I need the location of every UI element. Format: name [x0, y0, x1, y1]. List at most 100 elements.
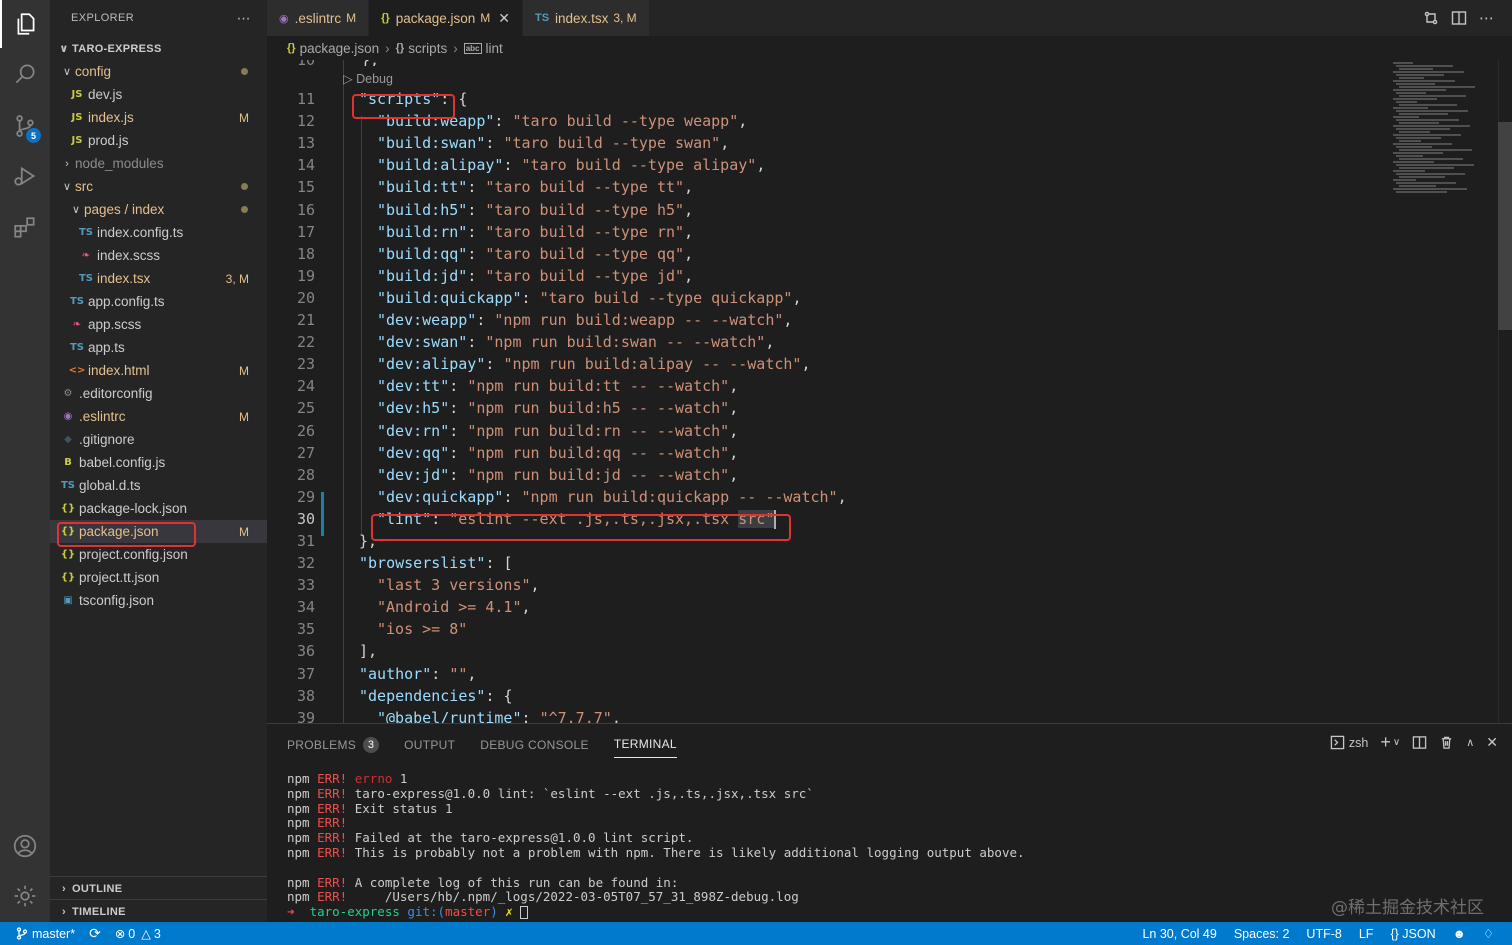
tree-item[interactable]: TS app.config.ts	[50, 290, 267, 313]
code-editor[interactable]: 1011121314151617181920212223242526272829…	[267, 60, 1512, 723]
minimap-line	[1393, 143, 1452, 145]
tree-item[interactable]: ❧ app.scss	[50, 313, 267, 336]
panel-tab-label: PROBLEMS	[287, 737, 357, 752]
panel-tab-output[interactable]: OUTPUT	[404, 729, 455, 758]
search-icon[interactable]	[0, 50, 50, 98]
terminal-output[interactable]: npm ERR! errno 1 npm ERR! taro-express@1.…	[287, 771, 1025, 920]
cursor-position[interactable]: Ln 30, Col 49	[1142, 927, 1216, 941]
minimap-line	[1399, 95, 1466, 97]
tree-item[interactable]: ∨ src	[50, 175, 267, 198]
modified-dot	[241, 68, 248, 75]
object-icon: {}	[395, 42, 405, 54]
workspace-root-label: TARO-EXPRESS	[72, 42, 162, 55]
tree-item[interactable]: {} package.json M	[50, 520, 267, 543]
problems-item[interactable]: ⊗ 0 △ 3	[115, 926, 161, 942]
tree-item[interactable]: ▣ tsconfig.json	[50, 589, 267, 612]
code-token: "npm run build:qq -- --watch"	[467, 443, 730, 462]
explorer-more-icon[interactable]: ⋯	[237, 10, 251, 27]
code-token: "@babel/runtime"	[377, 708, 522, 723]
breadcrumb-scripts[interactable]: scripts	[408, 41, 447, 56]
encoding[interactable]: UTF-8	[1306, 927, 1341, 941]
tab-indextsx[interactable]: TS index.tsx 3, M	[522, 0, 650, 36]
open-changes-icon[interactable]	[1423, 10, 1439, 26]
line-number: 31	[296, 531, 315, 550]
code-lines: },▷ Debug"scripts": {"build:weapp": "tar…	[343, 60, 1383, 723]
run-debug-icon[interactable]	[0, 152, 50, 200]
tree-item[interactable]: TS global.d.ts	[50, 474, 267, 497]
terminal-line: npm ERR! Exit status 1	[287, 800, 1025, 817]
source-control-icon[interactable]: 5	[0, 102, 50, 150]
tree-item[interactable]: JS dev.js	[50, 83, 267, 106]
more-actions-icon[interactable]: ⋯	[1479, 9, 1494, 27]
outline-section[interactable]: › OUTLINE	[50, 876, 267, 900]
chevron-down-icon[interactable]: ∨	[1393, 737, 1400, 748]
indentation[interactable]: Spaces: 2	[1234, 927, 1290, 941]
tree-item[interactable]: Bbabel.config.js	[50, 451, 267, 474]
tab-eslintrc[interactable]: ◉ .eslintrc M	[267, 0, 370, 36]
breadcrumb-lint[interactable]: lint	[486, 41, 503, 56]
tree-item[interactable]: JS index.js M	[50, 106, 267, 129]
code-token: :	[431, 664, 450, 683]
tab-label: package.json	[395, 10, 476, 26]
explorer-icon[interactable]	[0, 0, 50, 48]
breadcrumb-file[interactable]: package.json	[300, 41, 380, 56]
tree-item[interactable]: ∨ config	[50, 60, 267, 83]
source-control-badge: 5	[26, 128, 41, 143]
tree-item[interactable]: ◉ .eslintrc M	[50, 405, 267, 428]
split-terminal-icon[interactable]	[1412, 735, 1427, 750]
scrollbar-thumb[interactable]	[1498, 122, 1512, 330]
code-token: :	[503, 487, 522, 506]
tree-item-label: dev.js	[88, 87, 123, 102]
tree-item[interactable]: › node_modules	[50, 152, 267, 175]
close-icon[interactable]: ✕	[498, 10, 510, 27]
code-token: "taro build --type h5"	[485, 200, 685, 219]
code-token: "npm run build:jd -- --watch"	[467, 465, 730, 484]
tree-item[interactable]: ◆ .gitignore	[50, 428, 267, 451]
end-of-line[interactable]: LF	[1359, 927, 1374, 941]
tree-item[interactable]: ❧ index.scss	[50, 244, 267, 267]
extensions-icon[interactable]	[0, 204, 50, 252]
debug-codelens[interactable]: ▷ Debug	[343, 66, 1383, 88]
tree-item[interactable]: ∨ pages / index	[50, 198, 267, 221]
tree-item[interactable]: {} package-lock.json	[50, 497, 267, 520]
tree-item[interactable]: TS index.config.ts	[50, 221, 267, 244]
trash-icon[interactable]	[1439, 735, 1454, 750]
code-token: ,	[729, 465, 739, 484]
tree-item[interactable]: {} project.config.json	[50, 543, 267, 566]
panel-tab-debug-console[interactable]: DEBUG CONSOLE	[480, 729, 589, 758]
manage-gear-icon[interactable]	[0, 872, 50, 920]
json-file-icon: {}	[60, 526, 76, 537]
tree-item[interactable]: ⚙ .editorconfig	[50, 382, 267, 405]
ts-file-icon: TS	[78, 227, 94, 238]
code-token: "eslint --ext .js,.ts,.jsx,.tsx	[449, 509, 739, 528]
notifications-bell-icon[interactable]: ♢	[1483, 926, 1494, 941]
tree-item[interactable]: JS prod.js	[50, 129, 267, 152]
code-token: ,	[837, 487, 847, 506]
panel-tab-problems[interactable]: PROBLEMS 3	[287, 728, 380, 759]
account-icon[interactable]	[0, 822, 50, 870]
tab-packagejson[interactable]: {} package.json M ✕	[369, 0, 523, 36]
maximize-panel-icon[interactable]: ∧	[1466, 736, 1474, 749]
split-editor-icon[interactable]	[1451, 10, 1467, 26]
panel-tab-terminal[interactable]: TERMINAL	[613, 728, 677, 758]
tree-item[interactable]: <> index.html M	[50, 359, 267, 382]
language-mode[interactable]: {} JSON	[1390, 927, 1435, 941]
code-token: : [	[485, 554, 513, 573]
terminal-line: npm ERR!	[287, 815, 1025, 831]
tree-item[interactable]: TS index.tsx 3, M	[50, 267, 267, 290]
new-terminal-icon[interactable]: +	[1380, 732, 1391, 753]
tree-item[interactable]: TS app.ts	[50, 336, 267, 359]
terminal-shell-label[interactable]: zsh	[1349, 736, 1368, 750]
terminal-prefix: npm	[287, 800, 318, 816]
workspace-root[interactable]: ∨ TARO-EXPRESS	[50, 37, 267, 60]
minimap[interactable]	[1388, 60, 1498, 723]
tree-item[interactable]: {} project.tt.json	[50, 566, 267, 589]
feedback-icon[interactable]: ☻	[1453, 927, 1466, 941]
breadcrumb: {} package.json › {} scripts › abc lint	[267, 36, 1512, 60]
close-panel-icon[interactable]: ✕	[1486, 734, 1498, 751]
editor-scrollbar[interactable]	[1498, 60, 1512, 723]
code-line: "scripts": {	[343, 88, 1383, 110]
sync-icon[interactable]: ⟳	[89, 925, 101, 942]
branch-item[interactable]: master*	[16, 927, 75, 941]
timeline-section[interactable]: › TIMELINE	[50, 899, 267, 923]
